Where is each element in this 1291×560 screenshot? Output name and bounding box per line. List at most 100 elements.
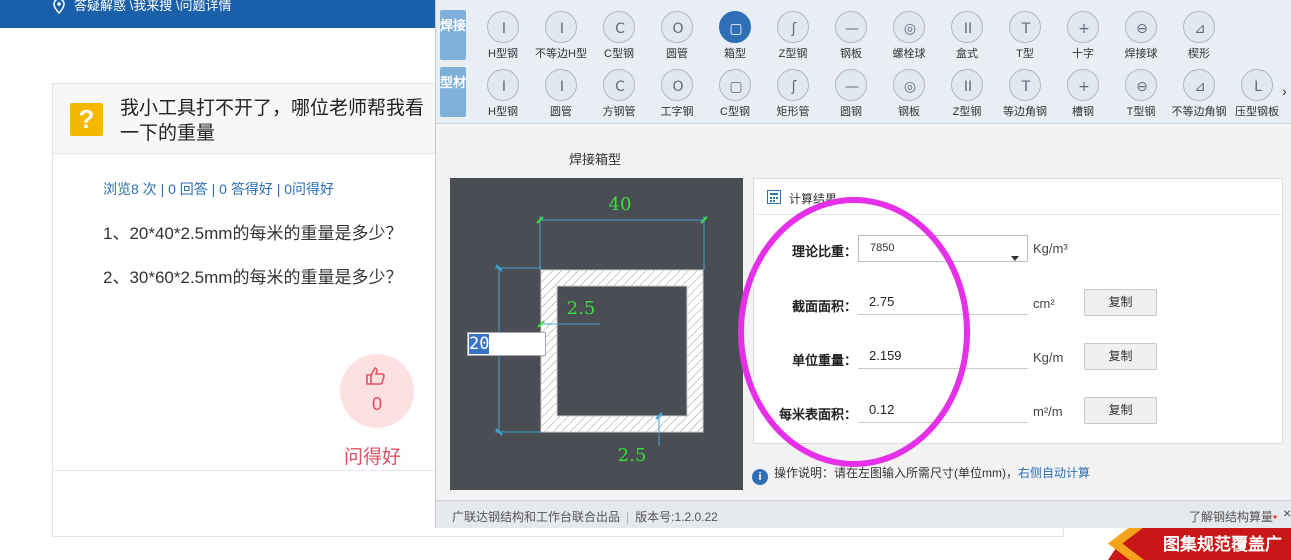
profile-item-7[interactable]: ◎ 钢板 xyxy=(880,58,938,118)
like-count: 0 xyxy=(371,394,382,414)
dim-width[interactable]: 40 xyxy=(609,194,632,215)
learn-more-link[interactable]: 了解钢结构算量• xyxy=(1189,508,1277,525)
welding-item-1[interactable]: I 不等边H型 xyxy=(532,0,590,60)
like-button[interactable]: 0 xyxy=(340,354,414,428)
welding-shape-icon: ʃ xyxy=(777,11,809,43)
info-icon: i xyxy=(752,469,768,485)
svg-text:—: — xyxy=(845,21,859,37)
welding-item-2[interactable]: C C型钢 xyxy=(590,0,648,60)
weight-label: 单位重量： xyxy=(791,353,857,368)
svg-text:II: II xyxy=(964,79,972,95)
profile-shape-icon: I xyxy=(545,69,577,101)
copy-area-button[interactable]: 复制 xyxy=(1084,289,1157,316)
welding-shape-icon: ▢ xyxy=(719,11,751,43)
svg-text:T: T xyxy=(1021,79,1031,95)
site-header: 答疑解惑 \我来搜 \问题详情 xyxy=(0,0,440,28)
welding-shape-icon: — xyxy=(835,11,867,43)
svg-text:O: O xyxy=(672,79,683,95)
profile-item-13[interactable]: L 压型钢板 xyxy=(1228,58,1286,118)
profile-shape-icon: ◎ xyxy=(893,69,925,101)
welding-item-10[interactable]: + 十字 xyxy=(1054,0,1112,60)
chevron-right-icon[interactable]: › xyxy=(1282,83,1287,99)
dim-thickness-top[interactable]: 2.5 xyxy=(567,298,596,319)
welding-item-12[interactable]: ⊿ 楔形 xyxy=(1170,0,1228,60)
svg-text:⊿: ⊿ xyxy=(1194,21,1206,37)
shape-toolbar: 焊接 型材 I H型钢 I 不等边H型 C C型钢 O 圆管 ▢ 箱型 ʃ Z型钢 — 钢板 ◎ 螺栓球 II 盒… xyxy=(436,0,1291,124)
profile-item-label: 压型钢板 xyxy=(1235,106,1279,118)
profile-item-6[interactable]: — 圆钢 xyxy=(822,58,880,118)
welding-item-8[interactable]: II 盒式 xyxy=(938,0,996,60)
profile-item-2[interactable]: C 方钢管 xyxy=(590,58,648,118)
surface-label: 每米表面积： xyxy=(778,407,857,422)
breadcrumb[interactable]: 答疑解惑 \我来搜 \问题详情 xyxy=(74,0,231,13)
welding-item-4[interactable]: ▢ 箱型 xyxy=(706,0,764,60)
profile-item-10[interactable]: + 槽钢 xyxy=(1054,58,1112,118)
profile-item-11[interactable]: ⊖ T型钢 xyxy=(1112,58,1170,118)
question-mark-icon: ? xyxy=(70,103,103,136)
result-header: 计算结果 xyxy=(754,179,1282,215)
copy-surface-button[interactable]: 复制 xyxy=(1084,397,1157,424)
steel-calculator-window: 焊接 型材 I H型钢 I 不等边H型 C C型钢 O 圆管 ▢ 箱型 ʃ Z型钢 — 钢板 ◎ 螺栓球 II 盒… xyxy=(435,0,1291,528)
welding-shape-icon: ⊖ xyxy=(1125,11,1157,43)
ad-text: 图集规范覆盖广 xyxy=(1163,535,1282,554)
svg-text:⊖: ⊖ xyxy=(1136,21,1148,37)
calculator-icon xyxy=(767,190,781,207)
version-text: 版本号:1.2.0.22 xyxy=(635,510,718,524)
question-title: 我小工具打不开了，哪位老师帮我看一下的重量 xyxy=(120,98,425,144)
svg-text:⊖: ⊖ xyxy=(1136,79,1148,95)
welding-item-3[interactable]: O 圆管 xyxy=(648,0,706,60)
welding-shape-icon: C xyxy=(603,11,635,43)
profile-tab[interactable]: 型材 xyxy=(440,67,466,117)
svg-text:C: C xyxy=(615,79,625,95)
profile-shape-icon: ʃ xyxy=(777,69,809,101)
copy-weight-button[interactable]: 复制 xyxy=(1084,343,1157,370)
profile-shape-icon: C xyxy=(603,69,635,101)
profile-item-3[interactable]: O 工字钢 xyxy=(648,58,706,118)
welding-tab[interactable]: 焊接 xyxy=(440,10,466,60)
svg-text:T: T xyxy=(1021,21,1031,37)
welding-item-0[interactable]: I H型钢 xyxy=(474,0,532,60)
dim-thickness-bottom[interactable]: 2.5 xyxy=(618,445,647,466)
profile-shape-icon: II xyxy=(951,69,983,101)
svg-text:I: I xyxy=(502,21,506,37)
svg-text:C: C xyxy=(615,21,625,37)
question-line-2: 2、30*60*2.5mm的每米的重量是多少？ xyxy=(103,268,403,287)
profile-item-4[interactable]: ▢ C型钢 xyxy=(706,58,764,118)
welding-shape-icon: II xyxy=(951,11,983,43)
welding-shape-icon: I xyxy=(487,11,519,43)
svg-text:⊿: ⊿ xyxy=(1194,79,1206,95)
density-select[interactable]: 7850 xyxy=(858,235,1028,262)
svg-text:I: I xyxy=(560,21,564,37)
profile-item-5[interactable]: ʃ 矩形管 xyxy=(764,58,822,118)
welding-item-9[interactable]: T T型 xyxy=(996,0,1054,60)
height-input[interactable]: 20 xyxy=(467,332,546,356)
close-icon[interactable]: × xyxy=(1283,505,1291,521)
svg-text:ʃ: ʃ xyxy=(791,79,797,95)
profile-shape-icon: + xyxy=(1067,69,1099,101)
welding-item-5[interactable]: ʃ Z型钢 xyxy=(764,0,822,60)
svg-text:◎: ◎ xyxy=(904,79,916,95)
svg-text:L: L xyxy=(1254,79,1262,95)
box-section-drawing: 40 2.5 2.5 20 xyxy=(450,178,743,490)
like-label: 问得好 xyxy=(344,447,402,468)
profile-shape-icon: ▢ xyxy=(719,69,751,101)
location-icon xyxy=(52,0,66,17)
profile-item-0[interactable]: I H型钢 xyxy=(474,58,532,118)
welding-item-6[interactable]: — 钢板 xyxy=(822,0,880,60)
profile-item-8[interactable]: II Z型钢 xyxy=(938,58,996,118)
welding-item-7[interactable]: ◎ 螺栓球 xyxy=(880,0,938,60)
profile-item-9[interactable]: T 等边角钢 xyxy=(996,58,1054,118)
auto-calc-link[interactable]: 右侧自动计算 xyxy=(1018,466,1090,480)
svg-text:I: I xyxy=(560,79,564,95)
svg-text:I: I xyxy=(502,79,506,95)
profile-item-12[interactable]: ⊿ 不等边角钢 xyxy=(1170,58,1228,118)
dropdown-caret-icon xyxy=(1011,246,1019,271)
welding-shape-icon: ◎ xyxy=(893,11,925,43)
profile-item-1[interactable]: I 圆管 xyxy=(532,58,590,118)
area-unit: cm² xyxy=(1033,296,1055,311)
density-unit: Kg/m³ xyxy=(1033,241,1068,256)
welding-item-11[interactable]: ⊖ 焊接球 xyxy=(1112,0,1170,60)
area-value: 2.75 xyxy=(858,289,1028,315)
surface-unit: m²/m xyxy=(1033,404,1063,419)
profile-shape-icon: L xyxy=(1241,69,1273,101)
